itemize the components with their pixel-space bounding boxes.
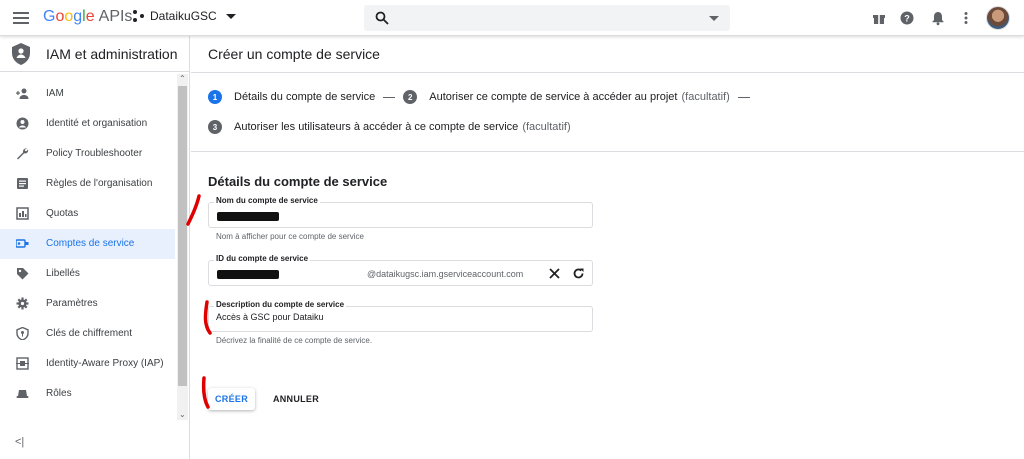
stepper-divider	[191, 151, 1024, 152]
chevron-down-icon	[225, 13, 236, 19]
stepper-row-1: 1 Détails du compte de service 2 Autoris…	[208, 90, 758, 104]
sidebar-item-label: Policy Troubleshooter	[46, 148, 143, 159]
sidebar-item-policy-troubleshooter[interactable]: Policy Troubleshooter	[0, 139, 175, 169]
sidebar-nav: IAM Identité et organisation Policy Trou…	[0, 79, 175, 409]
help-icon[interactable]: ?	[899, 10, 915, 26]
sidebar-title: IAM et administration	[46, 46, 178, 62]
svg-text:?: ?	[904, 14, 910, 24]
service-account-name-field[interactable]: Nom du compte de service	[208, 196, 593, 228]
sidebar-header: IAM et administration	[0, 36, 190, 72]
sidebar-item-quotas[interactable]: Quotas	[0, 199, 175, 229]
wrench-icon	[17, 148, 29, 160]
field-label: Nom du compte de service	[214, 196, 320, 205]
sidebar-item-label: Quotas	[46, 208, 79, 219]
close-icon[interactable]	[548, 267, 561, 280]
step-1-label[interactable]: Détails du compte de service	[234, 91, 375, 103]
sidebar-item-label: Identity-Aware Proxy (IAP)	[46, 358, 164, 369]
proxy-icon	[16, 357, 29, 370]
step-number-2: 2	[403, 90, 418, 104]
id-domain-suffix: @dataikugsc.iam.gserviceaccount.com	[367, 269, 524, 279]
service-account-id-input[interactable]	[216, 266, 356, 276]
sidebar-item-org-policies[interactable]: Règles de l'organisation	[0, 169, 175, 199]
more-vert-icon[interactable]	[958, 10, 974, 26]
step-2-optional: (facultatif)	[681, 91, 730, 103]
scroll-down-icon[interactable]: ⌄	[179, 411, 186, 419]
stepper-row-2: 3 Autoriser les utilisateurs à accéder à…	[208, 120, 571, 134]
create-button[interactable]: CRÉER	[208, 388, 255, 410]
description-help-text: Décrivez la finalité de ce compte de ser…	[216, 336, 373, 345]
main-content: Créer un compte de service 1 Détails du …	[191, 36, 1024, 459]
label-tag-icon	[17, 268, 29, 280]
search-icon	[375, 11, 389, 25]
sidebar-item-iap[interactable]: Identity-Aware Proxy (IAP)	[0, 349, 175, 379]
field-label: ID du compte de service	[214, 254, 311, 263]
quota-icon	[16, 207, 29, 220]
cancel-button[interactable]: ANNULER	[269, 388, 323, 410]
service-account-description-input[interactable]	[216, 312, 516, 322]
sidebar-item-label: Clés de chiffrement	[46, 328, 132, 339]
sidebar-item-label: Règles de l'organisation	[46, 178, 153, 189]
step-number-3: 3	[208, 120, 222, 134]
service-account-name-input[interactable]	[216, 208, 516, 218]
sidebar-item-settings[interactable]: Paramètres	[0, 289, 175, 319]
sidebar-item-label: IAM	[46, 88, 64, 99]
step-connector	[737, 96, 750, 98]
main-menu-icon[interactable]	[13, 11, 29, 25]
sidebar-item-iam[interactable]: IAM	[0, 79, 175, 109]
step-2-label[interactable]: Autoriser ce compte de service à accéder…	[429, 91, 677, 103]
person-add-icon	[16, 88, 29, 99]
logo-apis-text: APIs	[98, 8, 133, 25]
sidebar-item-roles[interactable]: Rôles	[0, 379, 175, 409]
sidebar-item-identity[interactable]: Identité et organisation	[0, 109, 175, 139]
search-dropdown-icon[interactable]	[709, 16, 719, 21]
iam-shield-icon	[12, 43, 30, 65]
roles-hat-icon	[16, 390, 29, 398]
project-name: DataikuGSC	[150, 9, 217, 23]
scroll-up-icon[interactable]: ⌃	[179, 75, 186, 83]
service-account-icon	[16, 239, 29, 248]
sidebar-item-label: Comptes de service	[46, 238, 135, 249]
logo-google-text: Google	[43, 8, 95, 25]
user-avatar[interactable]	[986, 6, 1010, 30]
sidebar-item-encryption-keys[interactable]: Clés de chiffrement	[0, 319, 175, 349]
header-divider	[191, 72, 1024, 73]
name-help-text: Nom à afficher pour ce compte de service	[216, 232, 364, 241]
sidebar-scroll-thumb[interactable]	[178, 86, 187, 386]
notifications-bell-icon[interactable]	[930, 10, 946, 26]
step-connector	[383, 96, 396, 98]
collapse-sidebar-icon[interactable]: <|	[15, 436, 24, 448]
google-apis-logo[interactable]: Google APIs	[43, 8, 132, 26]
sidebar-item-label: Rôles	[46, 388, 72, 399]
page-title: Créer un compte de service	[208, 46, 380, 62]
refresh-icon[interactable]	[572, 267, 585, 280]
account-circle-icon	[16, 117, 29, 130]
project-selector[interactable]: DataikuGSC	[133, 9, 236, 23]
list-box-icon	[17, 178, 28, 189]
service-account-description-field[interactable]: Description du compte de service	[208, 300, 593, 332]
step-number-1: 1	[208, 90, 222, 104]
gift-icon[interactable]	[871, 10, 887, 26]
search-bar[interactable]	[364, 5, 730, 31]
step-3-optional: (facultatif)	[522, 121, 571, 133]
gear-icon	[16, 297, 29, 310]
sidebar-item-label: Identité et organisation	[46, 118, 148, 129]
top-bar: Google APIs DataikuGSC ?	[0, 0, 1024, 36]
sidebar-item-label: Paramètres	[46, 298, 98, 309]
search-input[interactable]	[400, 8, 700, 28]
field-label: Description du compte de service	[214, 300, 347, 309]
sidebar: IAM et administration IAM Identité et or…	[0, 36, 190, 459]
service-account-id-field[interactable]: ID du compte de service @dataikugsc.iam.…	[208, 254, 593, 286]
shield-key-icon	[16, 327, 29, 340]
sidebar-item-label: Libellés	[46, 268, 80, 279]
sidebar-item-labels[interactable]: Libellés	[0, 259, 175, 289]
step-3-label[interactable]: Autoriser les utilisateurs à accéder à c…	[234, 121, 518, 133]
section-title: Détails du compte de service	[208, 174, 388, 189]
sidebar-item-service-accounts[interactable]: Comptes de service	[0, 229, 175, 259]
project-icon	[133, 10, 145, 22]
